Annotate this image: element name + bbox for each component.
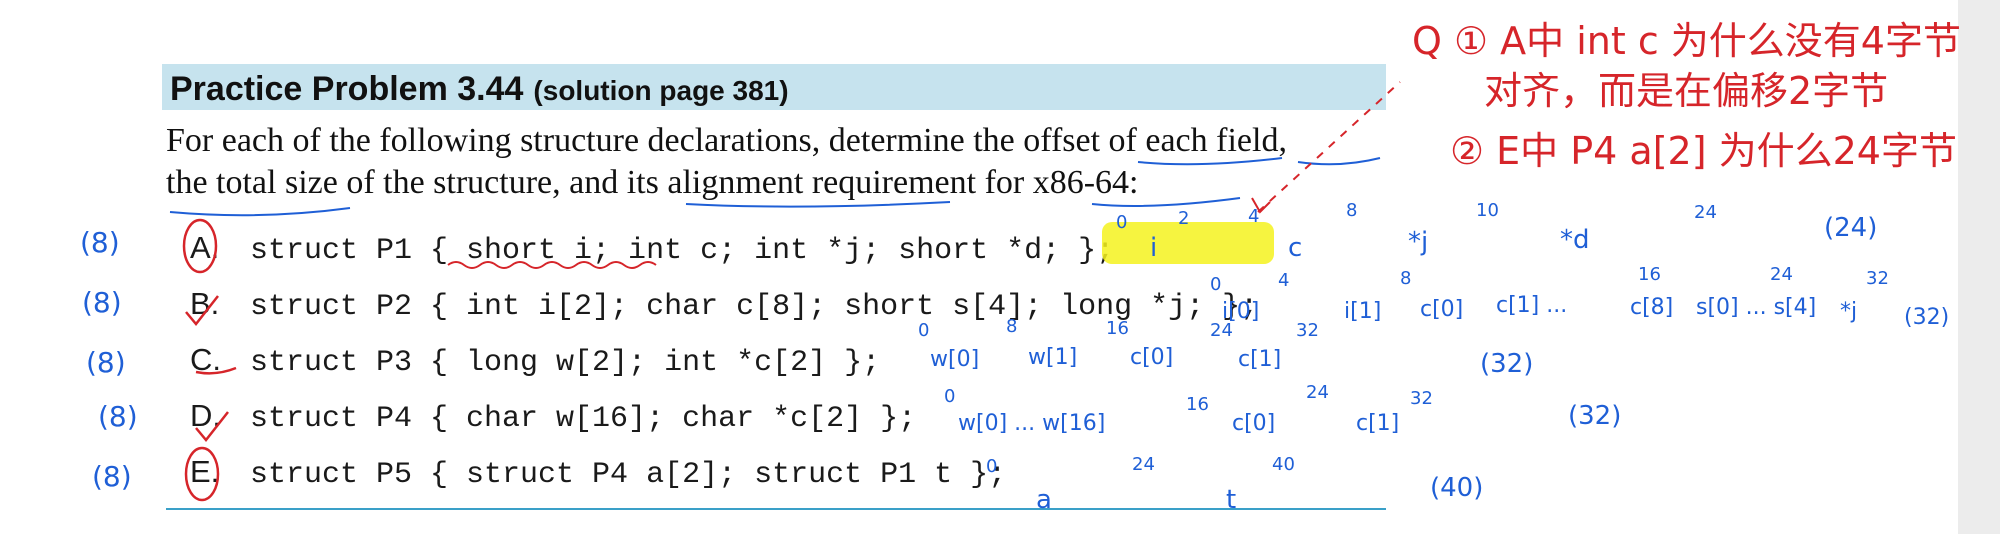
offset: 24 bbox=[1694, 202, 1717, 223]
offset: 8 bbox=[1006, 316, 1017, 337]
offset: 24 bbox=[1306, 382, 1329, 403]
offset: 10 bbox=[1476, 200, 1499, 221]
alignment-c: (8) bbox=[86, 346, 126, 379]
field: c[1] bbox=[1356, 411, 1399, 436]
total-size: (32) bbox=[1480, 349, 1533, 379]
field: w[0] bbox=[930, 347, 979, 372]
field: i[1] bbox=[1344, 299, 1381, 324]
row-e-layout: 0 24 40 a t (40) bbox=[986, 454, 1483, 515]
field: i bbox=[1150, 233, 1157, 263]
field: c bbox=[1288, 233, 1302, 263]
row-c-layout: 0 8 16 24 32 w[0] w[1] c[0] c[1] (32) bbox=[918, 316, 1533, 379]
offset: 16 bbox=[1186, 394, 1209, 415]
offset: 16 bbox=[1638, 264, 1661, 285]
field: c[0] bbox=[1232, 411, 1275, 436]
offset: 8 bbox=[1400, 268, 1411, 289]
blue-underlines bbox=[169, 157, 1381, 217]
offset: 0 bbox=[1210, 274, 1221, 295]
offset: 24 bbox=[1132, 454, 1155, 475]
question-line-2: 对齐，而是在偏移2字节 bbox=[1484, 69, 1888, 113]
offset: 0 bbox=[944, 386, 955, 407]
red-pointer-line bbox=[1257, 81, 1401, 213]
alignment-d: (8) bbox=[98, 400, 138, 433]
field: w[1] bbox=[1028, 345, 1077, 370]
row-b-layout: 0 4 8 16 24 32 i[0] i[1] c[0] c[1] ... c… bbox=[1210, 264, 1949, 330]
total-size: (32) bbox=[1904, 305, 1949, 330]
offset: 40 bbox=[1272, 454, 1295, 475]
field: a bbox=[1036, 485, 1052, 515]
field: c[8] bbox=[1630, 295, 1673, 320]
offset: 4 bbox=[1248, 206, 1259, 227]
field: *j bbox=[1840, 299, 1857, 324]
handwritten-annotations: Q ① A中 int c 为什么没有4字节 对齐，而是在偏移2字节 ② E中 P… bbox=[80, 19, 1961, 515]
total-size: (32) bbox=[1568, 401, 1621, 431]
field: c[0] bbox=[1420, 297, 1463, 322]
offset: 32 bbox=[1866, 268, 1889, 289]
red-letter-marks bbox=[182, 218, 237, 502]
offset: 2 bbox=[1178, 208, 1189, 229]
offset: 24 bbox=[1770, 264, 1793, 285]
offset: 8 bbox=[1346, 200, 1357, 221]
field: s[0] ... s[4] bbox=[1696, 295, 1816, 320]
alignment-e: (8) bbox=[92, 460, 132, 493]
total-size: (40) bbox=[1430, 473, 1483, 503]
offset: 0 bbox=[986, 456, 997, 477]
row-d-layout: 0 16 24 32 w[0] ... w[16] c[0] c[1] (32) bbox=[944, 382, 1621, 436]
alignment-notes: (8) (8) (8) (8) (8) bbox=[80, 226, 138, 493]
red-squiggle bbox=[447, 261, 657, 269]
field: c[1] bbox=[1238, 347, 1281, 372]
field: *j bbox=[1408, 227, 1428, 257]
offset: 32 bbox=[1410, 388, 1433, 409]
offset: 0 bbox=[918, 320, 929, 341]
question-line-3: ② E中 P4 a[2] 为什么24字节 bbox=[1450, 129, 1957, 173]
offset: 0 bbox=[1116, 212, 1127, 233]
offset: 16 bbox=[1106, 318, 1129, 339]
question-note: Q ① A中 int c 为什么没有4字节 对齐，而是在偏移2字节 ② E中 P… bbox=[1412, 19, 1961, 173]
total-size: (24) bbox=[1824, 213, 1877, 243]
field: c[0] bbox=[1130, 345, 1173, 370]
field: c[1] ... bbox=[1496, 293, 1567, 318]
offset: 4 bbox=[1278, 270, 1289, 291]
offset: 24 bbox=[1210, 320, 1233, 341]
question-line-1: Q ① A中 int c 为什么没有4字节 bbox=[1412, 19, 1961, 63]
field: t bbox=[1226, 485, 1236, 515]
alignment-a: (8) bbox=[80, 226, 120, 259]
field: *d bbox=[1560, 225, 1590, 255]
offset: 32 bbox=[1296, 320, 1319, 341]
alignment-b: (8) bbox=[82, 286, 122, 319]
field: w[0] ... w[16] bbox=[958, 411, 1105, 436]
